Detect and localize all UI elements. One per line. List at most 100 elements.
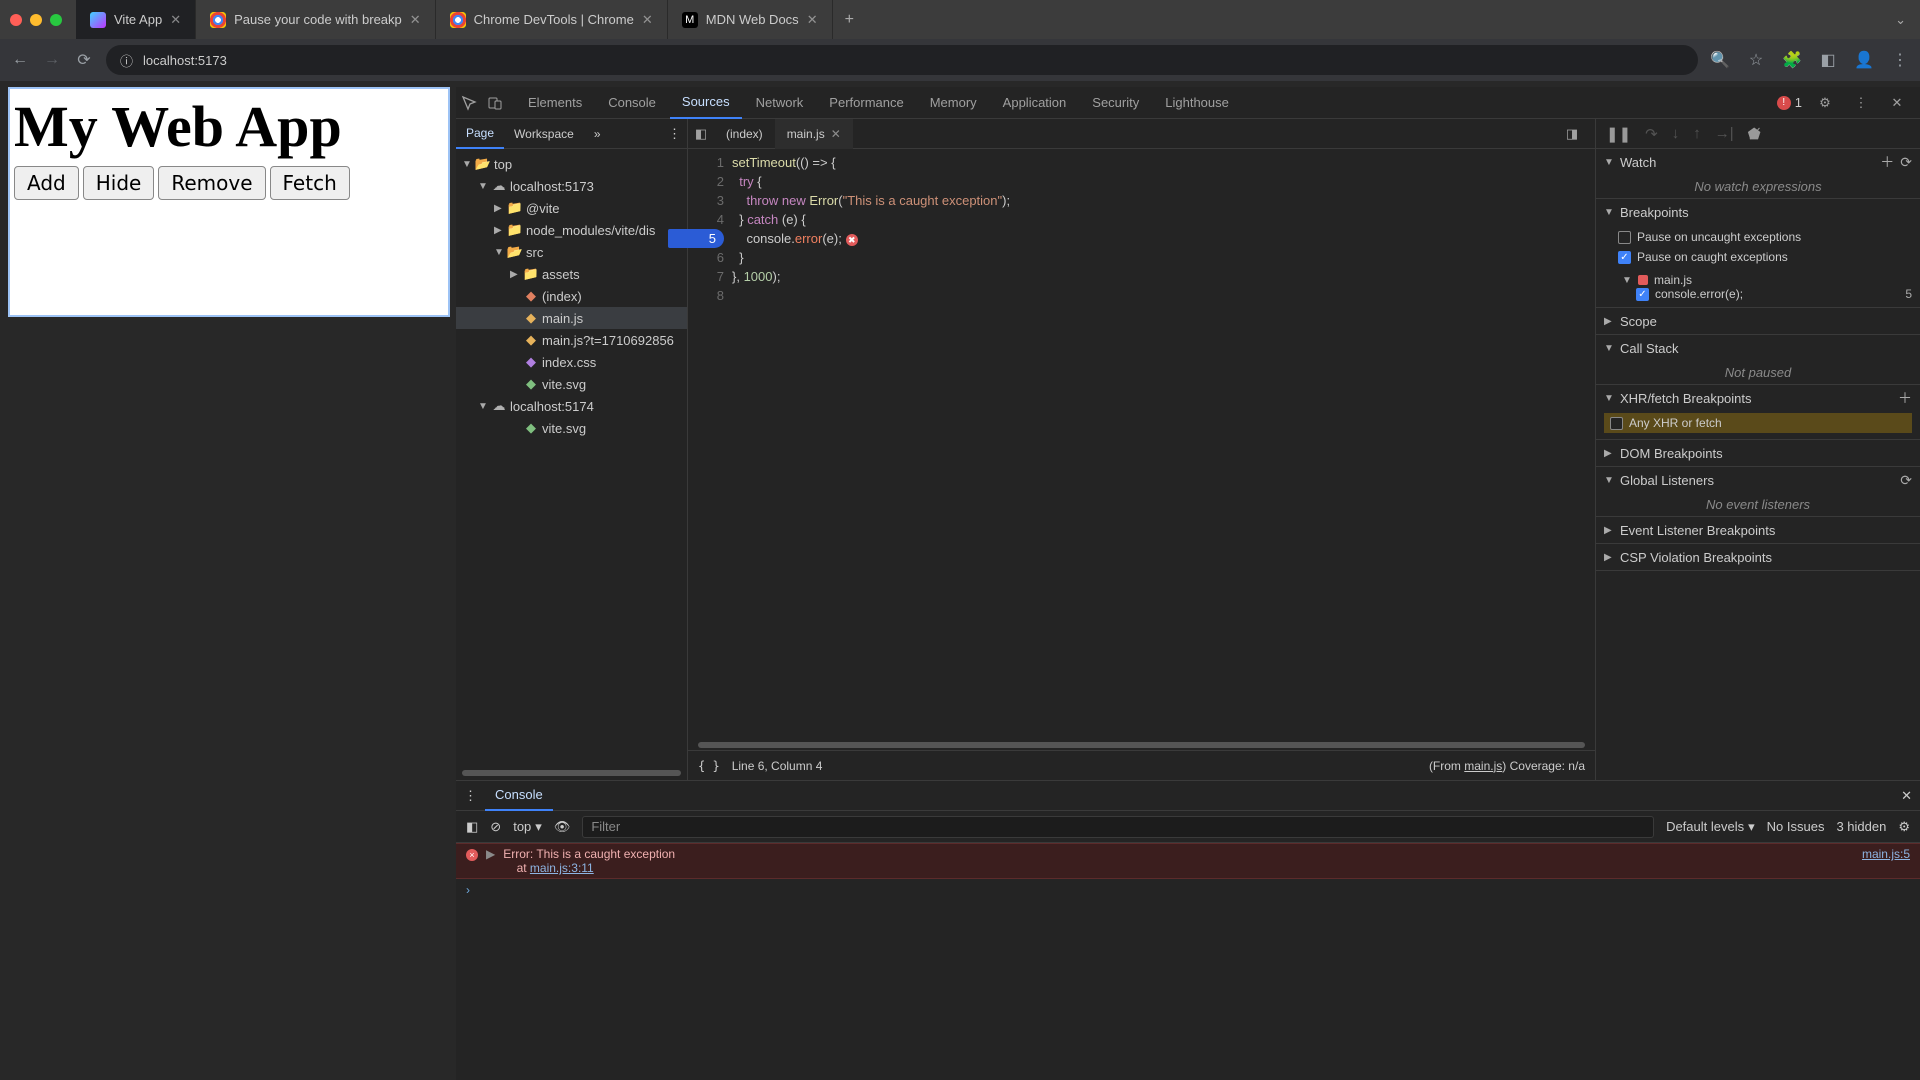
inspect-element-icon[interactable] — [456, 90, 482, 116]
close-tab-icon[interactable]: ✕ — [831, 127, 841, 141]
tree-item[interactable]: ▼☁localhost:5174 — [456, 395, 687, 417]
close-devtools-icon[interactable]: ✕ — [1884, 90, 1910, 116]
new-tab-button[interactable]: + — [833, 11, 866, 29]
window-close-icon[interactable] — [10, 14, 22, 26]
pause-icon[interactable]: ❚❚ — [1606, 125, 1631, 143]
error-badge-icon[interactable]: ! — [1777, 96, 1791, 110]
any-xhr-checkbox[interactable]: Any XHR or fetch — [1604, 413, 1912, 433]
profile-icon[interactable]: 👤 — [1854, 50, 1874, 70]
console-settings-icon[interactable]: ⚙ — [1898, 819, 1910, 835]
add-watch-icon[interactable]: ＋ — [1880, 152, 1894, 172]
devtools-tab-application[interactable]: Application — [991, 87, 1079, 119]
devtools-tab-memory[interactable]: Memory — [918, 87, 989, 119]
menu-icon[interactable]: ⋮ — [1890, 50, 1910, 70]
editor-scrollbar[interactable] — [698, 742, 1585, 748]
window-zoom-icon[interactable] — [50, 14, 62, 26]
gutter-line[interactable]: 4 — [688, 210, 724, 229]
tree-item[interactable]: ▶📁assets — [456, 263, 687, 285]
tree-item[interactable]: ▶📁node_modules/vite/dis — [456, 219, 687, 241]
devtools-tab-security[interactable]: Security — [1080, 87, 1151, 119]
zoom-icon[interactable]: 🔍 — [1710, 50, 1730, 70]
hidden-count[interactable]: 3 hidden — [1836, 819, 1886, 834]
global-listeners-section-header[interactable]: ▼Global Listeners ⟳ — [1596, 467, 1920, 493]
tree-item[interactable]: ◆(index) — [456, 285, 687, 307]
gutter-line[interactable]: 7 — [688, 267, 724, 286]
remove-button[interactable]: Remove — [158, 166, 265, 200]
devtools-tab-sources[interactable]: Sources — [670, 87, 742, 119]
close-tab-icon[interactable]: ✕ — [807, 12, 818, 28]
hide-button[interactable]: Hide — [83, 166, 155, 200]
context-selector[interactable]: top▾ — [513, 819, 542, 835]
console-error-row[interactable]: × ▶ Error: This is a caught exception at… — [456, 843, 1920, 879]
toggle-debugger-icon[interactable]: ◨ — [1559, 121, 1585, 147]
pretty-print-icon[interactable]: { } — [698, 759, 720, 773]
nav-reload-icon[interactable]: ⟳ — [74, 50, 94, 70]
breakpoint-line[interactable]: ✓ console.error(e); 5 — [1618, 287, 1912, 301]
clear-console-icon[interactable]: ⊘ — [490, 819, 501, 835]
devtools-tab-performance[interactable]: Performance — [817, 87, 915, 119]
browser-tab[interactable]: Vite App ✕ — [76, 0, 196, 39]
devtools-tab-lighthouse[interactable]: Lighthouse — [1153, 87, 1241, 119]
tree-item[interactable]: ◆vite.svg — [456, 373, 687, 395]
navigator-page-tab[interactable]: Page — [456, 119, 504, 149]
event-listener-bp-section-header[interactable]: ▶Event Listener Breakpoints — [1596, 517, 1920, 543]
csp-bp-section-header[interactable]: ▶CSP Violation Breakpoints — [1596, 544, 1920, 570]
refresh-listeners-icon[interactable]: ⟳ — [1900, 472, 1912, 489]
tree-item[interactable]: ◆vite.svg — [456, 417, 687, 439]
navigator-scrollbar[interactable] — [462, 770, 681, 776]
error-source-link[interactable]: main.js:5 — [1862, 847, 1910, 875]
tree-item[interactable]: ◆main.js — [456, 307, 687, 329]
gutter-line[interactable]: 8 — [688, 286, 724, 305]
tree-item[interactable]: ◆main.js?t=1710692856 — [456, 329, 687, 351]
gutter-line[interactable]: 3 — [688, 191, 724, 210]
toggle-navigator-icon[interactable]: ◧ — [688, 121, 714, 147]
callstack-section-header[interactable]: ▼Call Stack — [1596, 335, 1920, 361]
navigator-menu-icon[interactable]: ⋮ — [662, 126, 687, 142]
settings-icon[interactable]: ⚙ — [1812, 90, 1838, 116]
navigator-more-icon[interactable]: » — [584, 119, 611, 149]
gutter-line[interactable]: 5 — [668, 229, 724, 248]
tree-item[interactable]: ▶📁@vite — [456, 197, 687, 219]
gutter-line[interactable]: 6 — [688, 248, 724, 267]
deactivate-breakpoints-icon[interactable]: ⬟̸ — [1748, 125, 1761, 143]
toggle-sidebar-icon[interactable]: ◧ — [466, 819, 478, 835]
close-tab-icon[interactable]: ✕ — [642, 12, 653, 28]
tree-item[interactable]: ▼📂src — [456, 241, 687, 263]
close-tab-icon[interactable]: ✕ — [170, 12, 181, 28]
breakpoints-section-header[interactable]: ▼Breakpoints — [1596, 199, 1920, 225]
issues-link[interactable]: No Issues — [1767, 819, 1825, 834]
drawer-menu-icon[interactable]: ⋮ — [464, 788, 485, 804]
navigator-workspace-tab[interactable]: Workspace — [504, 119, 584, 149]
site-info-icon[interactable]: ⓘ — [120, 51, 133, 70]
log-levels-selector[interactable]: Default levels▾ — [1666, 819, 1755, 835]
live-expression-icon[interactable]: 👁 — [554, 819, 571, 835]
browser-tab[interactable]: Chrome DevTools | Chrome ✕ — [436, 0, 668, 39]
close-drawer-icon[interactable]: ✕ — [1901, 788, 1912, 804]
scope-section-header[interactable]: ▶Scope — [1596, 308, 1920, 334]
add-button[interactable]: Add — [14, 166, 79, 200]
add-xhr-icon[interactable]: ＋ — [1898, 388, 1912, 408]
pause-uncaught-checkbox[interactable]: Pause on uncaught exceptions — [1618, 227, 1912, 247]
url-input[interactable]: ⓘ localhost:5173 — [106, 45, 1698, 75]
chevron-down-icon[interactable]: ⌄ — [1895, 12, 1920, 28]
close-tab-icon[interactable]: ✕ — [410, 12, 421, 28]
code-area[interactable]: setTimeout(() => { try { throw new Error… — [732, 149, 1595, 742]
editor-tab-index[interactable]: (index) — [714, 119, 775, 149]
gutter-line[interactable]: 1 — [688, 153, 724, 172]
browser-tab[interactable]: Pause your code with breakp ✕ — [196, 0, 436, 39]
dom-bp-section-header[interactable]: ▶DOM Breakpoints — [1596, 440, 1920, 466]
devtools-tab-network[interactable]: Network — [744, 87, 816, 119]
xhr-section-header[interactable]: ▼XHR/fetch Breakpoints ＋ — [1596, 385, 1920, 411]
fetch-button[interactable]: Fetch — [270, 166, 350, 200]
tree-item[interactable]: ◆index.css — [456, 351, 687, 373]
tree-item[interactable]: ▼📂top — [456, 153, 687, 175]
console-prompt[interactable]: › — [456, 879, 1920, 901]
bookmark-icon[interactable]: ☆ — [1746, 50, 1766, 70]
nav-back-icon[interactable]: ← — [10, 50, 30, 70]
browser-tab[interactable]: M MDN Web Docs ✕ — [668, 0, 833, 39]
extensions-icon[interactable]: 🧩 — [1782, 50, 1802, 70]
gutter-line[interactable]: 2 — [688, 172, 724, 191]
window-minimize-icon[interactable] — [30, 14, 42, 26]
side-panel-icon[interactable]: ◧ — [1818, 50, 1838, 70]
watch-section-header[interactable]: ▼Watch ＋ ⟳ — [1596, 149, 1920, 175]
